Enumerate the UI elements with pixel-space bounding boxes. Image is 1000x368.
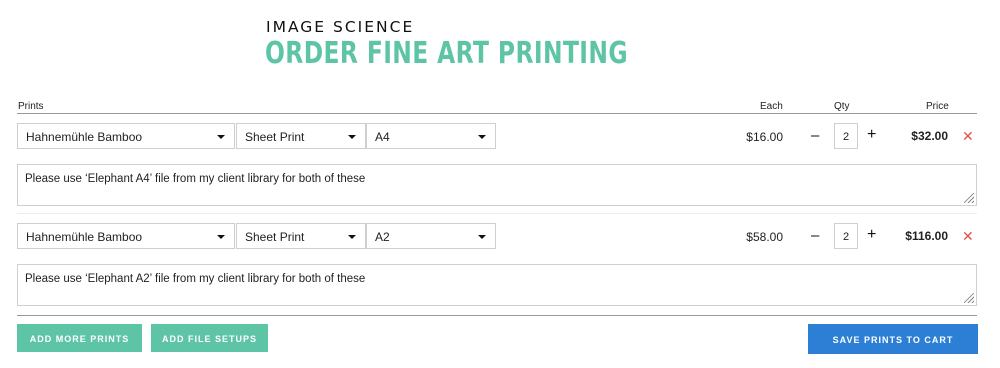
row-divider: [17, 213, 977, 214]
caret-down-icon: [217, 135, 225, 139]
print-note-field[interactable]: Please use ‘Elephant A2’ file from my cl…: [17, 264, 977, 306]
print-type-select[interactable]: Sheet Print: [236, 223, 366, 249]
add-more-prints-button[interactable]: ADD MORE PRINTS: [17, 324, 142, 352]
print-note-field[interactable]: Please use ‘Elephant A4’ file from my cl…: [17, 164, 977, 206]
paper-select[interactable]: Hahnemühle Bamboo: [17, 123, 235, 149]
size-value: A2: [375, 230, 390, 244]
line-total: $116.00: [905, 229, 948, 243]
print-note-text: Please use ‘Elephant A4’ file from my cl…: [25, 173, 366, 185]
decrease-qty-button[interactable]: –: [811, 227, 819, 244]
size-select[interactable]: A4: [366, 123, 496, 149]
increase-qty-button[interactable]: +: [867, 226, 876, 244]
print-type-value: Sheet Print: [245, 130, 305, 144]
size-select[interactable]: A2: [366, 223, 496, 249]
page-title: ORDER FINE ART PRINTING: [265, 36, 628, 71]
resize-handle-icon[interactable]: [964, 193, 974, 203]
column-header-qty: Qty: [834, 101, 850, 112]
save-prints-to-cart-button[interactable]: SAVE PRINTS TO CART: [808, 324, 978, 354]
header-divider: [17, 113, 977, 114]
column-header-each: Each: [760, 101, 783, 112]
footer-divider: [17, 315, 977, 316]
paper-select-value: Hahnemühle Bamboo: [26, 130, 143, 144]
unit-price: $58.00: [746, 230, 783, 244]
column-header-prints: Prints: [18, 101, 44, 112]
caret-down-icon: [478, 235, 486, 239]
quantity-input[interactable]: 2: [834, 223, 858, 249]
size-value: A4: [375, 130, 390, 144]
paper-select-value: Hahnemühle Bamboo: [26, 230, 143, 244]
caret-down-icon: [348, 135, 356, 139]
print-row: Hahnemühle Bamboo Sheet Print A4 $16.00 …: [0, 121, 1000, 153]
paper-select[interactable]: Hahnemühle Bamboo: [17, 223, 235, 249]
print-type-select[interactable]: Sheet Print: [236, 123, 366, 149]
caret-down-icon: [348, 235, 356, 239]
column-header-price: Price: [926, 101, 949, 112]
increase-qty-button[interactable]: +: [867, 126, 876, 144]
print-type-value: Sheet Print: [245, 230, 305, 244]
caret-down-icon: [478, 135, 486, 139]
print-note-text: Please use ‘Elephant A2’ file from my cl…: [25, 273, 366, 285]
decrease-qty-button[interactable]: –: [811, 127, 819, 144]
line-total: $32.00: [911, 129, 948, 143]
resize-handle-icon[interactable]: [964, 293, 974, 303]
caret-down-icon: [217, 235, 225, 239]
remove-icon[interactable]: ✕: [962, 228, 974, 245]
add-file-setups-button[interactable]: ADD FILE SETUPS: [151, 324, 268, 352]
quantity-input[interactable]: 2: [834, 123, 858, 149]
remove-icon[interactable]: ✕: [962, 128, 974, 145]
print-row: Hahnemühle Bamboo Sheet Print A2 $58.00 …: [0, 221, 1000, 253]
unit-price: $16.00: [746, 130, 783, 144]
brand-name: IMAGE SCIENCE: [266, 18, 415, 36]
